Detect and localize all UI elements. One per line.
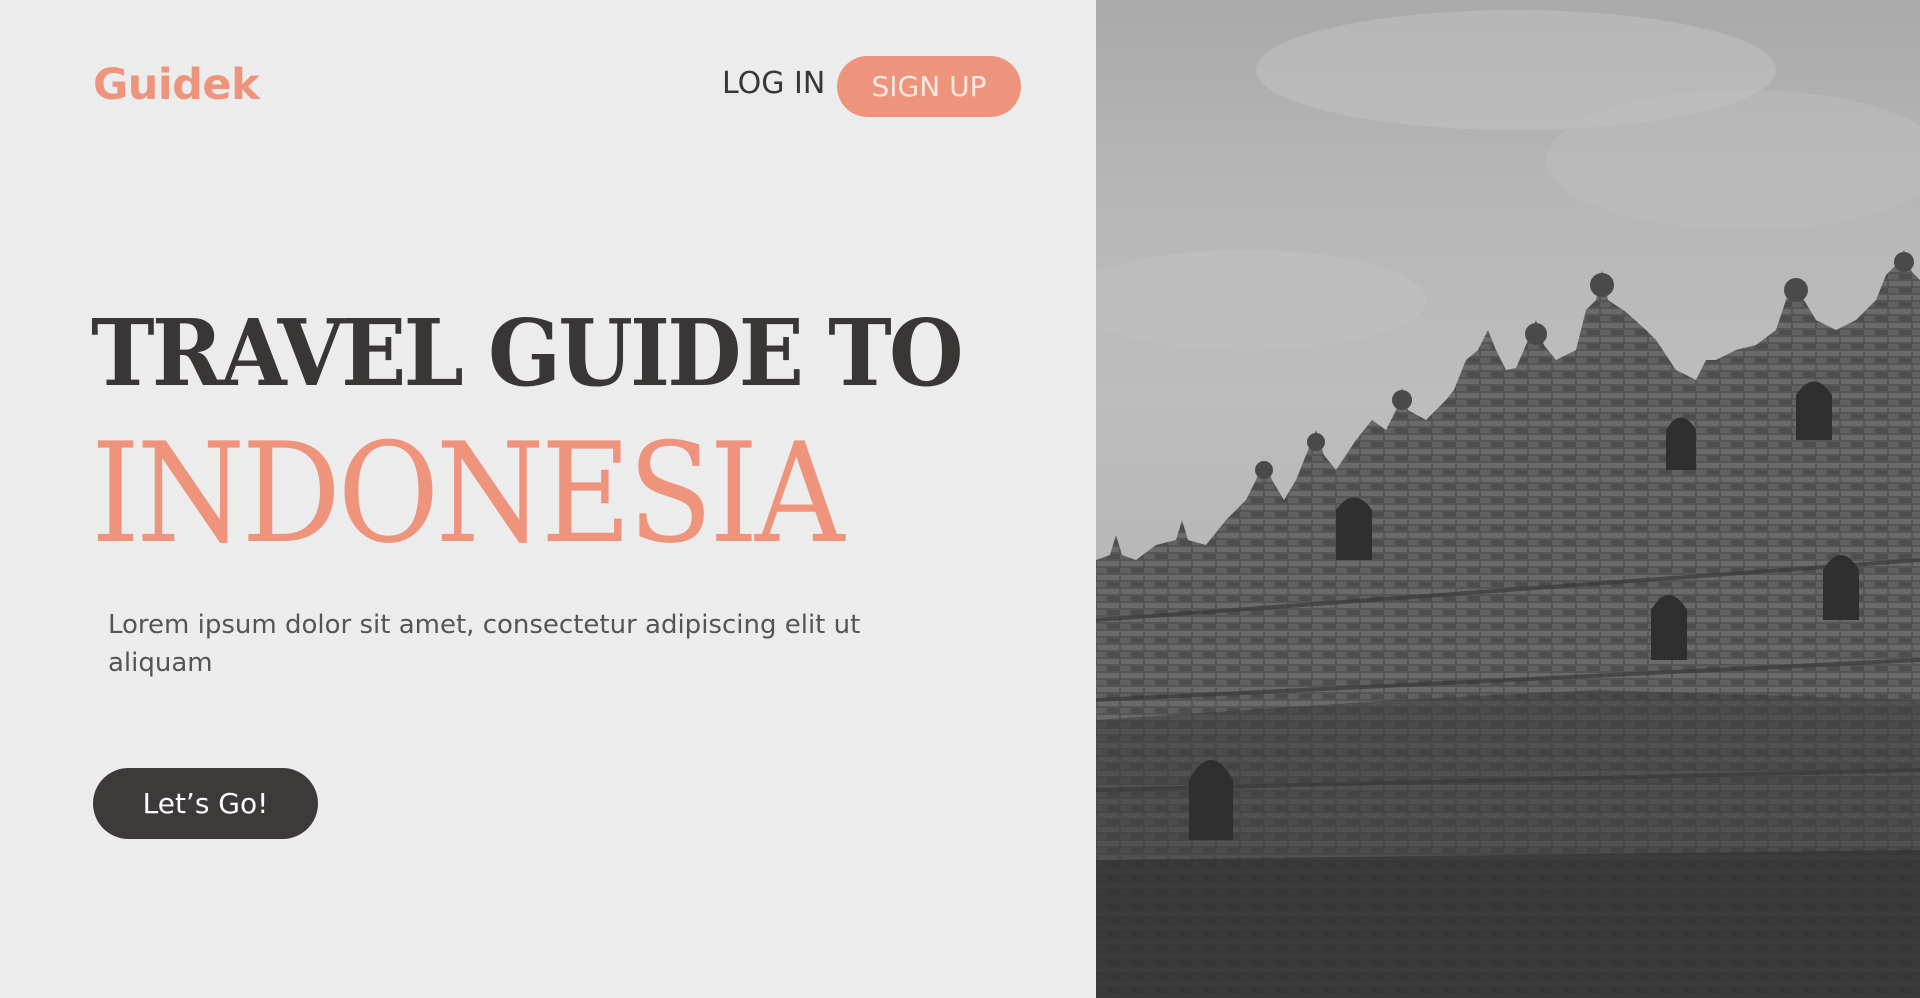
temple-photo [1096, 0, 1920, 998]
lets-go-button-label: Let’s Go! [142, 787, 269, 820]
hero-left-panel: Guidek LOG IN SIGN UP TRAVEL GUIDE TO IN… [0, 0, 1096, 998]
login-link[interactable]: LOG IN [722, 66, 825, 101]
lets-go-button[interactable]: Let’s Go! [93, 768, 318, 839]
headline-line-2: INDONESIA [91, 413, 845, 574]
temple-illustration [1096, 10, 1920, 998]
signup-button[interactable]: SIGN UP [837, 56, 1021, 117]
headline-line-1: TRAVEL GUIDE TO [91, 299, 964, 407]
signup-button-label: SIGN UP [871, 70, 987, 103]
brand-logo[interactable]: Guidek [93, 60, 260, 110]
hero-description: Lorem ipsum dolor sit amet, consectetur … [108, 610, 861, 678]
